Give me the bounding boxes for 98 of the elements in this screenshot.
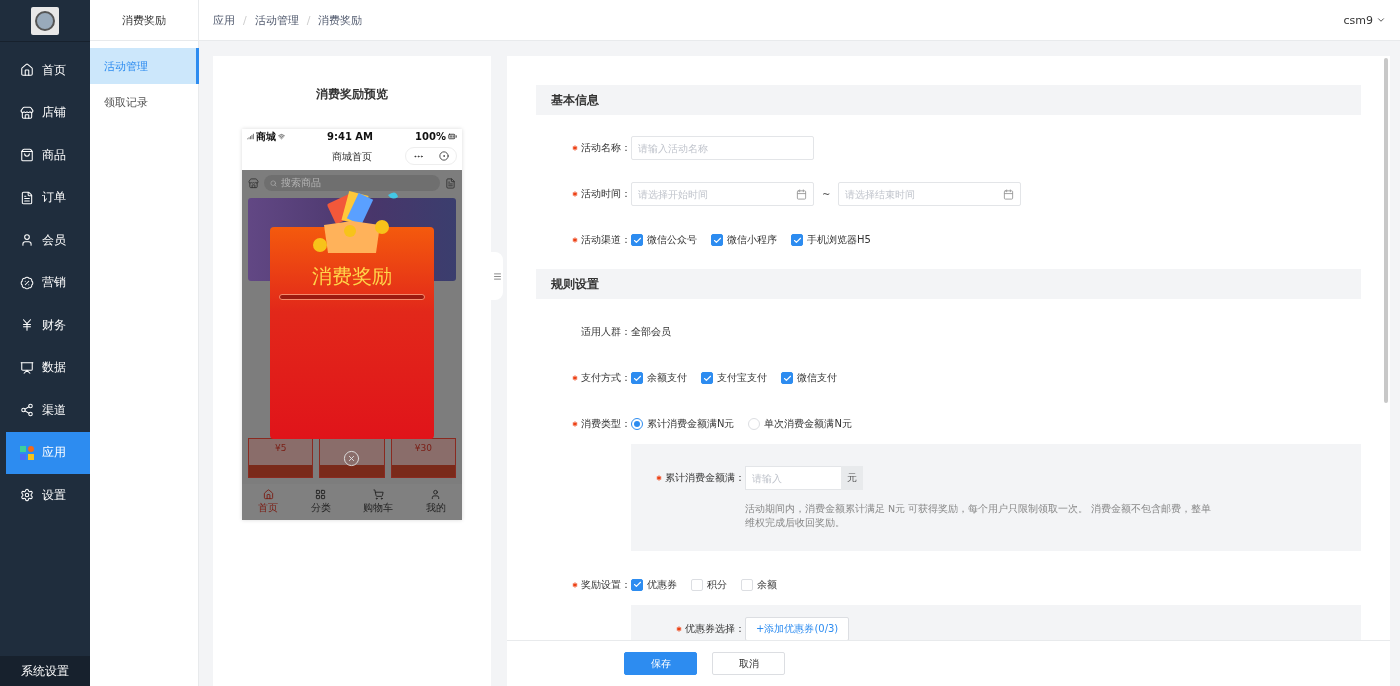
system-settings-link[interactable]: 系统设置 — [0, 656, 90, 686]
sidebar-item[interactable]: 设置 — [6, 474, 90, 517]
checkbox[interactable] — [631, 578, 643, 591]
field-label: 优惠券选择： — [685, 621, 745, 636]
add-coupon-button[interactable]: +添加优惠券(0/3) — [745, 616, 850, 640]
field-label: 适用人群： — [581, 325, 631, 339]
grid-icon — [315, 489, 327, 500]
checkbox[interactable] — [781, 372, 793, 384]
store-icon — [20, 105, 34, 120]
coupon-claim-strip — [391, 465, 455, 477]
home-icon — [20, 63, 34, 78]
document-icon — [20, 190, 34, 205]
target-icon — [438, 151, 449, 161]
checkbox[interactable] — [701, 372, 713, 384]
shopping-bag-icon — [20, 148, 34, 163]
field-label: 累计消费金额满： — [665, 471, 745, 485]
field-label: 奖励设置： — [581, 577, 631, 592]
page-title: 商城首页 — [332, 150, 372, 164]
apps-grid-icon — [20, 445, 34, 460]
section-header: 基本信息 — [536, 85, 1361, 115]
carrier-text: 商城 — [256, 129, 276, 144]
tab-item[interactable]: 购物车 — [363, 489, 394, 515]
sidebar-item[interactable]: 店铺 — [6, 91, 90, 134]
field-label: 支付方式： — [581, 371, 631, 385]
radio-button[interactable] — [631, 418, 643, 430]
popup-title: 消费奖励 — [312, 263, 392, 290]
sidebar-item[interactable]: 首页 — [6, 49, 90, 92]
collapse-handle[interactable] — [491, 252, 503, 300]
cancel-button[interactable]: 取消 — [712, 652, 785, 675]
breadcrumb-separator: / — [243, 13, 247, 27]
battery-text: 100% — [415, 131, 446, 142]
user-icon — [20, 233, 34, 248]
search-icon — [270, 179, 277, 187]
user-icon — [430, 489, 442, 500]
share-nodes-icon — [20, 403, 34, 418]
checkbox-option[interactable]: 余额 — [741, 577, 777, 592]
range-separator: ~ — [822, 188, 831, 200]
logo-image — [31, 6, 59, 35]
breadcrumb-link[interactable]: 活动管理 — [254, 12, 299, 28]
sidebar-item[interactable]: 财务 — [6, 304, 90, 347]
checkbox-option[interactable]: 余额支付 — [631, 371, 687, 385]
home-icon — [262, 489, 274, 500]
checkbox[interactable] — [791, 234, 803, 246]
store-icon — [248, 177, 259, 189]
percent-badge-icon — [20, 275, 34, 290]
chevron-down-icon — [1376, 15, 1386, 25]
checkbox[interactable] — [711, 234, 723, 246]
tab-item[interactable]: 分类 — [310, 489, 331, 515]
radio-option[interactable]: 累计消费金额满N元 — [631, 417, 735, 431]
sidebar-item[interactable]: 数据 — [6, 346, 90, 389]
status-time: 9:41 AM — [327, 131, 374, 142]
coupon-amount: ¥5 — [274, 443, 287, 453]
sidebar-item[interactable]: 营销 — [6, 261, 90, 304]
radio-option[interactable]: 单次消费金额满N元 — [748, 417, 852, 431]
sidebar-item[interactable]: 会员 — [6, 219, 90, 262]
subnav-title: 消费奖励 — [90, 0, 198, 41]
signal-icon — [247, 133, 254, 140]
sidebar-item[interactable]: 商品 — [6, 134, 90, 177]
calendar-icon — [796, 188, 807, 200]
coupon-claim-strip — [249, 465, 313, 477]
hint-text: 活动期间内，消费金额累计满足 N元 可获得奖励，每个用户只限制领取一次。 消费金额不包含邮费，整单维权完成后收回奖励。 — [745, 502, 1213, 531]
checkbox-option[interactable]: 积分 — [691, 577, 727, 592]
breadcrumb-link[interactable]: 消费奖励 — [318, 12, 363, 28]
coupon-claim-strip — [320, 465, 384, 477]
settings-icon — [20, 488, 34, 503]
section-header: 规则设置 — [536, 269, 1361, 299]
checkbox-option[interactable]: 微信支付 — [781, 371, 837, 385]
close-icon[interactable] — [343, 450, 360, 467]
checkbox-option[interactable]: 优惠券 — [631, 577, 677, 592]
field-label: 消费类型： — [581, 417, 631, 431]
checkbox-option[interactable]: 微信小程序 — [711, 233, 777, 247]
monitor-chart-icon — [20, 360, 34, 375]
checkbox-option[interactable]: 支付宝支付 — [701, 371, 767, 385]
cart-icon — [372, 489, 384, 500]
subnav-item[interactable]: 领取记录 — [90, 84, 199, 120]
checkbox-option[interactable]: 微信公众号 — [631, 233, 697, 247]
menu-icon — [492, 271, 502, 281]
sidebar-item[interactable]: 渠道 — [6, 389, 90, 432]
tab-item[interactable]: 我的 — [425, 489, 446, 515]
checkbox-option[interactable]: 手机浏览器H5 — [791, 233, 871, 247]
user-menu[interactable]: csm9 — [1343, 13, 1386, 27]
preview-title: 消费奖励预览 — [316, 86, 388, 103]
field-label: 活动时间： — [581, 187, 631, 201]
checkbox[interactable] — [631, 234, 643, 246]
field-label: 活动渠道： — [581, 233, 631, 247]
scan-icon — [445, 177, 456, 189]
field-label: 活动名称： — [581, 141, 631, 155]
scrollbar-thumb[interactable] — [1383, 58, 1388, 403]
battery-icon — [448, 132, 457, 141]
wifi-icon — [278, 133, 285, 140]
calendar-icon — [1003, 188, 1015, 200]
breadcrumb-link[interactable]: 应用 — [213, 12, 235, 28]
coupon-amount: ¥30 — [414, 443, 432, 453]
field-value: 全部会员 — [631, 325, 671, 339]
sidebar-item[interactable]: 订单 — [6, 176, 90, 219]
breadcrumb-separator: / — [306, 13, 311, 27]
yen-icon — [20, 318, 34, 333]
checkbox[interactable] — [631, 372, 643, 384]
